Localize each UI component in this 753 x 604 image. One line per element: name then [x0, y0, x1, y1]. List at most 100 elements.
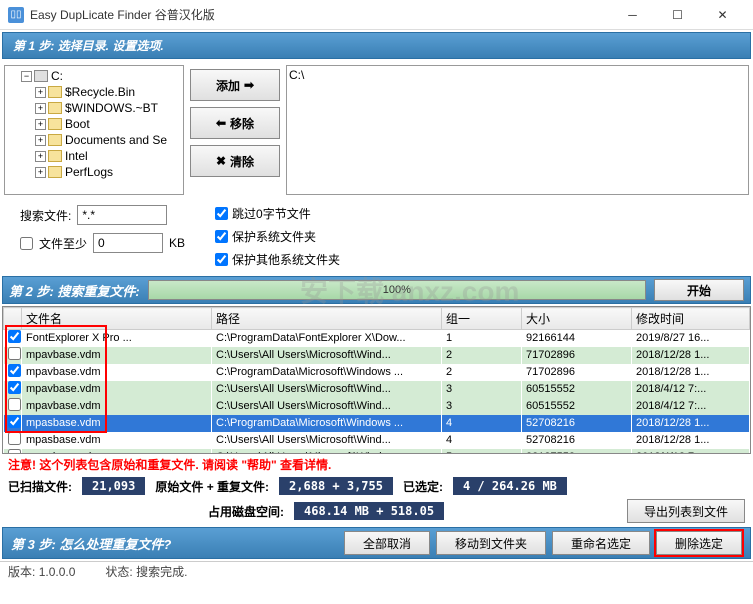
min-size-input[interactable]: [93, 233, 163, 253]
col-group[interactable]: 组一: [442, 308, 522, 330]
disk-label: 占用磁盘空间:: [208, 503, 284, 520]
expand-icon[interactable]: +: [35, 151, 46, 162]
cell-group: 5: [442, 449, 522, 455]
cell-size: 33187552: [522, 449, 632, 455]
step1-body: − C: +$Recycle.Bin+$WINDOWS.~BT+Boot+Doc…: [0, 61, 753, 199]
col-size[interactable]: 大小: [522, 308, 632, 330]
row-checkbox[interactable]: [8, 347, 21, 360]
row-checkbox[interactable]: [8, 381, 21, 394]
tree-node[interactable]: +PerfLogs: [35, 164, 181, 180]
tree-label: C:: [51, 69, 63, 83]
cell-name: mpasbase.vdm: [22, 449, 212, 455]
tree-label: Boot: [65, 117, 90, 131]
tree-node[interactable]: +Documents and Se: [35, 132, 181, 148]
collapse-icon[interactable]: −: [21, 71, 32, 82]
version-label: 版本:: [8, 565, 35, 579]
row-checkbox[interactable]: [8, 415, 21, 428]
add-button[interactable]: 添加 ➡: [190, 69, 280, 101]
col-path[interactable]: 路径: [212, 308, 442, 330]
table-row[interactable]: mpavbase.vdmC:\Users\All Users\Microsoft…: [4, 381, 750, 398]
expand-icon[interactable]: +: [35, 87, 46, 98]
cell-name: mpavbase.vdm: [22, 364, 212, 381]
search-pattern-input[interactable]: [77, 205, 167, 225]
maximize-button[interactable]: ☐: [655, 1, 700, 29]
minimize-button[interactable]: ─: [610, 1, 655, 29]
skip-zero-checkbox[interactable]: [215, 207, 228, 220]
min-size-checkbox[interactable]: [20, 237, 33, 250]
selected-paths-list[interactable]: C:\: [286, 65, 749, 195]
tree-node[interactable]: + Intel: [35, 148, 181, 164]
col-check[interactable]: [4, 308, 22, 330]
table-row[interactable]: mpasbase.vdmC:\ProgramData\Microsoft\Win…: [4, 415, 750, 432]
row-checkbox[interactable]: [8, 449, 21, 454]
window-controls: ─ ☐ ✕: [610, 1, 745, 29]
cell-path: C:\Users\All Users\Microsoft\Wind...: [212, 398, 442, 415]
expand-icon[interactable]: +: [35, 119, 46, 130]
cell-path: C:\ProgramData\FontExplorer X\Dow...: [212, 330, 442, 347]
table-row[interactable]: FontExplorer X Pro ...C:\ProgramData\Fon…: [4, 330, 750, 347]
cell-path: C:\Users\All Users\Microsoft\Wind...: [212, 347, 442, 364]
table-row[interactable]: mpasbase.vdmC:\Users\All Users\Microsoft…: [4, 432, 750, 449]
move-to-folder-button[interactable]: 移动到文件夹: [436, 531, 546, 555]
step3-row: 第 3 步: 怎么处理重复文件? 全部取消 移动到文件夹 重命名选定 删除选定: [2, 527, 751, 559]
folder-tree[interactable]: − C: +$Recycle.Bin+$WINDOWS.~BT+Boot+Doc…: [4, 65, 184, 195]
expand-icon[interactable]: +: [35, 135, 46, 146]
cell-mtime: 2019/8/27 16...: [632, 330, 750, 347]
unit-label: KB: [169, 236, 185, 250]
scanned-label: 已扫描文件:: [8, 478, 72, 495]
disk-value: 468.14 MB + 518.05: [294, 502, 444, 520]
step2-header: 第 2 步: 搜索重复文件: 100% 开始: [2, 276, 751, 304]
protect-other-option[interactable]: 保护其他系统文件夹: [215, 251, 340, 268]
expand-icon[interactable]: +: [35, 103, 46, 114]
export-button[interactable]: 导出列表到文件: [627, 499, 745, 523]
table-row[interactable]: mpasbase.vdmC:\Users\All Users\Microsoft…: [4, 449, 750, 455]
cell-group: 2: [442, 364, 522, 381]
orig-dup-value: 2,688 + 3,755: [279, 477, 393, 495]
window-title: Easy DupLicate Finder 谷普汉化版: [30, 6, 610, 23]
path-item[interactable]: C:\: [289, 68, 746, 82]
start-button[interactable]: 开始: [654, 279, 744, 301]
row-checkbox[interactable]: [8, 330, 21, 343]
protect-sys-option[interactable]: 保护系统文件夹: [215, 228, 340, 245]
arrow-left-icon: ⬅: [216, 116, 226, 130]
version-value: 1.0.0.0: [39, 565, 76, 579]
folder-icon: [48, 118, 62, 130]
cell-name: mpavbase.vdm: [22, 347, 212, 364]
cell-mtime: 2018/4/12 7:...: [632, 398, 750, 415]
folder-icon: [48, 150, 62, 162]
rename-selected-button[interactable]: 重命名选定: [552, 531, 650, 555]
close-button[interactable]: ✕: [700, 1, 745, 29]
row-checkbox[interactable]: [8, 398, 21, 411]
app-icon: ▯▯: [8, 7, 24, 23]
col-name[interactable]: 文件名: [22, 308, 212, 330]
delete-selected-button[interactable]: 删除选定: [656, 531, 742, 555]
row-checkbox[interactable]: [8, 364, 21, 377]
scanned-value: 21,093: [82, 477, 145, 495]
search-pattern-label: 搜索文件:: [20, 207, 71, 224]
col-mtime[interactable]: 修改时间: [632, 308, 750, 330]
table-row[interactable]: mpavbase.vdmC:\ProgramData\Microsoft\Win…: [4, 364, 750, 381]
tree-node[interactable]: +$WINDOWS.~BT: [35, 100, 181, 116]
expand-icon[interactable]: +: [35, 167, 46, 178]
protect-other-checkbox[interactable]: [215, 253, 228, 266]
results-table[interactable]: 文件名 路径 组一 大小 修改时间 FontExplorer X Pro ...…: [3, 307, 750, 454]
cancel-all-button[interactable]: 全部取消: [344, 531, 430, 555]
row-checkbox[interactable]: [8, 432, 21, 445]
remove-button[interactable]: ⬅ 移除: [190, 107, 280, 139]
cell-mtime: 2018/12/28 1...: [632, 432, 750, 449]
cell-group: 4: [442, 432, 522, 449]
tree-buttons: 添加 ➡ ⬅ 移除 ✖ 清除: [190, 65, 280, 195]
tree-node[interactable]: + Boot: [35, 116, 181, 132]
skip-zero-option[interactable]: 跳过0字节文件: [215, 205, 340, 222]
protect-sys-checkbox[interactable]: [215, 230, 228, 243]
tree-node[interactable]: + $Recycle.Bin: [35, 84, 181, 100]
x-icon: ✖: [216, 154, 226, 168]
clear-button[interactable]: ✖ 清除: [190, 145, 280, 177]
tree-label: Intel: [65, 149, 88, 163]
table-row[interactable]: mpavbase.vdmC:\Users\All Users\Microsoft…: [4, 347, 750, 364]
tree-label: $Recycle.Bin: [65, 85, 135, 99]
tree-node-root[interactable]: − C:: [21, 68, 181, 84]
step1-label: 第 1 步: 选择目录. 设置选项.: [13, 39, 164, 53]
table-row[interactable]: mpavbase.vdmC:\Users\All Users\Microsoft…: [4, 398, 750, 415]
folder-icon: [48, 134, 62, 146]
